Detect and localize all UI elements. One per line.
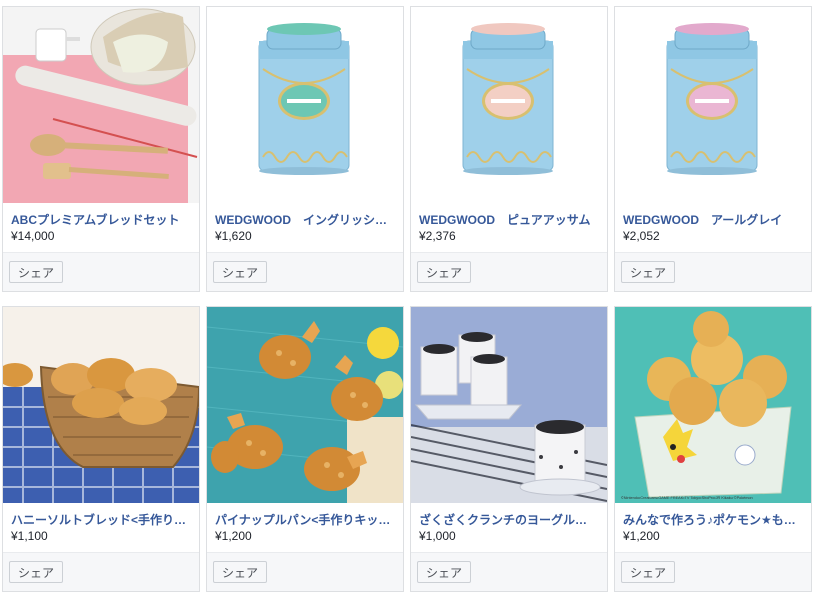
share-button[interactable]: シェア bbox=[213, 261, 268, 283]
product-image-tea-tin[interactable] bbox=[615, 7, 811, 203]
product-image-tea-tin[interactable] bbox=[207, 7, 403, 203]
product-price: ¥1,000 bbox=[419, 529, 456, 543]
product-title[interactable]: ざくざくクランチのヨーグルトムース bbox=[419, 511, 597, 528]
product-price: ¥2,052 bbox=[623, 229, 660, 243]
share-button[interactable]: シェア bbox=[621, 561, 676, 583]
product-image-bread-basket[interactable] bbox=[3, 307, 199, 503]
card-footer: シェア bbox=[411, 252, 607, 291]
product-price: ¥1,200 bbox=[623, 529, 660, 543]
product-image-pokemon-puffs[interactable]: ©Nintendo•Creatures•GAME FREAK•TV Tokyo•… bbox=[615, 307, 811, 503]
product-title[interactable]: みんなで作ろう♪ポケモン★もちもちボール bbox=[623, 511, 801, 528]
product-price: ¥14,000 bbox=[11, 229, 55, 243]
product-image-bread-kit[interactable] bbox=[3, 7, 199, 203]
product-title[interactable]: ハニーソルトブレッド<手作りキット> bbox=[11, 511, 189, 528]
card-footer: シェア bbox=[615, 252, 811, 291]
share-button[interactable]: シェア bbox=[9, 261, 64, 283]
product-image-tea-tin[interactable] bbox=[411, 7, 607, 203]
product-title[interactable]: WEDGWOOD イングリッシュブレックファスト bbox=[215, 211, 393, 228]
product-grid: ABCプレミアムブレッドセット ¥14,000 シェア WEDGWOOD イング… bbox=[0, 0, 818, 594]
product-image-pineapple-buns[interactable] bbox=[207, 307, 403, 503]
image-credit-text: ©Nintendo•Creatures•GAME FREAK•TV Tokyo•… bbox=[621, 496, 753, 500]
share-button[interactable]: シェア bbox=[417, 561, 472, 583]
card-footer: シェア bbox=[207, 552, 403, 591]
product-card[interactable]: ABCプレミアムブレッドセット ¥14,000 シェア bbox=[2, 6, 200, 292]
product-title[interactable]: ABCプレミアムブレッドセット bbox=[11, 211, 189, 228]
card-footer: シェア bbox=[411, 552, 607, 591]
product-card[interactable]: WEDGWOOD アールグレイ ¥2,052 シェア bbox=[614, 6, 812, 292]
share-button[interactable]: シェア bbox=[213, 561, 268, 583]
product-title[interactable]: WEDGWOOD アールグレイ bbox=[623, 211, 801, 228]
product-price: ¥2,376 bbox=[419, 229, 456, 243]
share-button[interactable]: シェア bbox=[621, 261, 676, 283]
share-button[interactable]: シェア bbox=[417, 261, 472, 283]
product-price: ¥1,100 bbox=[11, 529, 48, 543]
product-price: ¥1,200 bbox=[215, 529, 252, 543]
product-card[interactable]: ハニーソルトブレッド<手作りキット> ¥1,100 シェア bbox=[2, 306, 200, 592]
product-card[interactable]: WEDGWOOD イングリッシュブレックファスト ¥1,620 シェア bbox=[206, 6, 404, 292]
product-price: ¥1,620 bbox=[215, 229, 252, 243]
product-title[interactable]: WEDGWOOD ピュアアッサム bbox=[419, 211, 597, 228]
card-footer: シェア bbox=[3, 252, 199, 291]
share-button[interactable]: シェア bbox=[9, 561, 64, 583]
product-card[interactable]: パイナップルパン<手作りキット> ¥1,200 シェア bbox=[206, 306, 404, 592]
product-card[interactable]: ©Nintendo•Creatures•GAME FREAK•TV Tokyo•… bbox=[614, 306, 812, 592]
product-card[interactable]: WEDGWOOD ピュアアッサム ¥2,376 シェア bbox=[410, 6, 608, 292]
product-title[interactable]: パイナップルパン<手作りキット> bbox=[215, 511, 393, 528]
product-image-cookie-mousse[interactable] bbox=[411, 307, 607, 503]
product-card[interactable]: ざくざくクランチのヨーグルトムース ¥1,000 シェア bbox=[410, 306, 608, 592]
card-footer: シェア bbox=[3, 552, 199, 591]
card-footer: シェア bbox=[207, 252, 403, 291]
card-footer: シェア bbox=[615, 552, 811, 591]
